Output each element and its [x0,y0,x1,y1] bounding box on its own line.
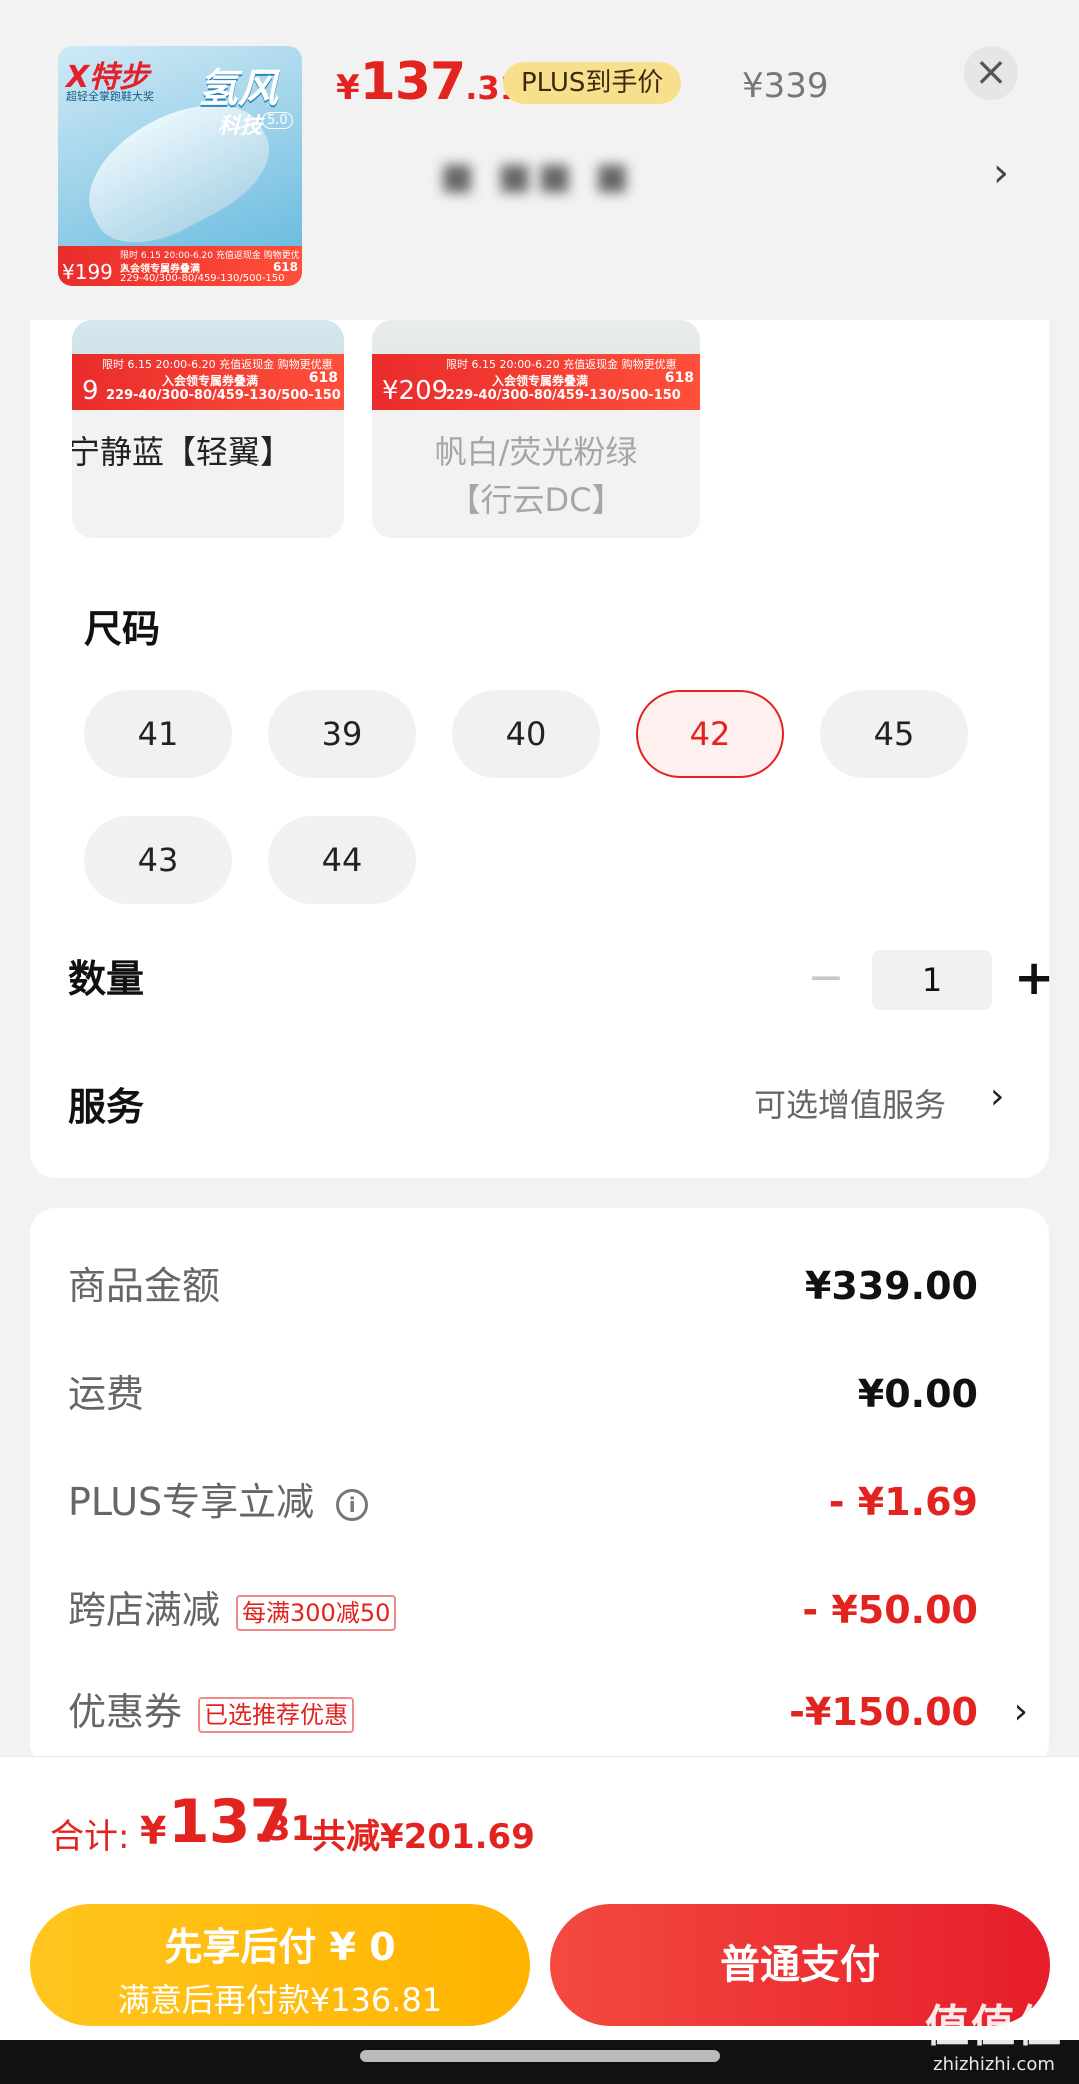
service-value[interactable]: 可选增值服务 [754,1080,946,1126]
cross-store-label: 跨店满减 [68,1588,221,1632]
size-title: 尺码 [84,607,161,651]
color-option-1[interactable]: 9 限时 6.15 20:00-6.20 充值返现金 购物更优惠 入会领专属券叠… [72,320,344,538]
coupon-label-wrap: 优惠券 已选推荐优惠 [68,1682,355,1742]
series-tech: 科技 [218,114,263,139]
current-price: ¥137.31 [336,52,522,112]
selected-spec-text: ■ ■■ ■ [440,156,635,197]
watermark-url: zhizhizhi.com [933,2054,1055,2075]
color-option-1-banner-price: 9 [82,376,99,406]
amount-card: 商品金额 ¥339.00 运费 ¥0.00 PLUS专享立减 i - ¥1.69 … [30,1208,1049,1768]
shipping-label: 运费 [68,1372,145,1416]
color-option-2-banner-line3: 229-40/300-80/459-130/500-150 [446,388,681,403]
action-bar: 先享后付 ¥ 0 满意后再付款¥136.81 普通支付 [0,1890,1079,2040]
coupon-chevron-icon[interactable]: › [1014,1682,1028,1742]
quantity-plus-button[interactable]: + [1014,940,1054,1020]
watermark-text: 值值值 [925,2001,1063,2052]
color-option-2-banner-price: ¥209 [382,376,449,406]
original-price: ¥339 [742,66,829,106]
brand-subtitle: 超轻全掌跑鞋大奖 [66,90,154,103]
current-price-symbol: ¥ [336,68,360,108]
cross-store-tag: 每满300减50 [236,1594,397,1631]
coupon-label: 优惠券 [68,1690,183,1734]
info-icon[interactable]: i [336,1488,369,1521]
color-option-1-banner-line3: 229-40/300-80/459-130/500-150 [106,388,341,403]
system-nav-bar [0,2040,1079,2084]
plus-discount-label: PLUS专享立减 [68,1480,315,1524]
coupon-tag: 已选推荐优惠 [198,1696,355,1733]
color-option-1-banner: 9 限时 6.15 20:00-6.20 充值返现金 购物更优惠 入会领专属券叠… [72,354,344,410]
shipping-value: ¥0.00 [857,1372,978,1416]
thumbnail-banner-618: 618 [272,260,298,274]
quantity-label: 数量 [68,957,145,1001]
cross-store-value: - ¥50.00 [802,1588,978,1632]
plus-discount-label-wrap: PLUS专享立减 i [68,1472,369,1532]
plus-discount-value: - ¥1.69 [828,1480,978,1524]
service-label: 服务 [68,1085,145,1129]
pay-later-title: 先享后付 ¥ 0 [164,1925,396,1969]
size-chip-45[interactable]: 45 [820,690,968,778]
color-option-2-banner: ¥209 限时 6.15 20:00-6.20 充值返现金 购物更优惠 入会领专… [372,354,700,410]
color-option-2-banner-line2: 入会领专属券叠满 [492,374,589,388]
color-option-2-image: ¥209 限时 6.15 20:00-6.20 充值返现金 购物更优惠 入会领专… [372,320,700,410]
color-option-1-banner-line2: 入会领专属券叠满 [162,374,259,388]
cross-store-row: 跨店满减 每满300减50 - ¥50.00 [68,1580,1038,1640]
color-option-1-image: 9 限时 6.15 20:00-6.20 充值返现金 购物更优惠 入会领专属券叠… [72,320,344,410]
goods-amount-row: 商品金额 ¥339.00 [68,1256,1038,1316]
total-saving: 共减¥201.69 [312,1817,535,1857]
cross-store-label-wrap: 跨店满减 每满300减50 [68,1580,397,1640]
size-chip-44[interactable]: 44 [268,816,416,904]
series-name: 氢风 [198,66,278,112]
total-label: 合计: [50,1817,130,1857]
pay-later-button[interactable]: 先享后付 ¥ 0 满意后再付款¥136.81 [30,1904,530,2026]
size-chip-42-selected[interactable]: 42 [636,690,784,778]
current-price-int: 137 [359,52,467,112]
home-indicator[interactable] [360,2050,720,2062]
series-version: 5.0 [262,112,293,129]
plus-price-tag: PLUS到手价 [503,62,682,104]
coupon-value: -¥150.00 [789,1690,978,1734]
size-chip-39[interactable]: 39 [268,690,416,778]
shipping-row: 运费 ¥0.00 [68,1364,1038,1424]
color-option-2[interactable]: ¥209 限时 6.15 20:00-6.20 充值返现金 购物更优惠 入会领专… [372,320,700,538]
service-chevron-icon[interactable]: › [990,1076,1004,1117]
close-icon[interactable]: × [964,46,1018,100]
color-option-1-banner-618: 618 [308,370,338,386]
sku-sheet: { "header": { "thumbnail": { "brand": "X… [0,0,1079,2084]
plus-discount-row: PLUS专享立减 i - ¥1.69 [68,1472,1038,1532]
quantity-input[interactable]: 1 [872,950,992,1010]
quantity-row: 数量 − 1 + [68,940,1054,1020]
size-chip-41[interactable]: 41 [84,690,232,778]
color-option-1-banner-line1: 限时 6.15 20:00-6.20 充值返现金 购物更优惠 [102,358,333,371]
watermark-logo: 值值值 zhizhizhi.com [925,1990,1063,2075]
total-yen: ¥ [140,1809,167,1853]
size-chip-43[interactable]: 43 [84,816,232,904]
coupon-row[interactable]: 优惠券 已选推荐优惠 -¥150.00 › [68,1682,1038,1742]
thumbnail-banner-line3: 229-40/300-80/459-130/500-150 [120,273,285,284]
color-option-2-banner-line1: 限时 6.15 20:00-6.20 充值返现金 购物更优惠 [446,358,677,371]
thumbnail-banner: ¥199 限时 6.15 20:00-6.20 充值返现金 购物更优惠 入会领专… [58,246,302,286]
goods-amount-value: ¥339.00 [804,1264,978,1308]
color-options: 9 限时 6.15 20:00-6.20 充值返现金 购物更优惠 入会领专属券叠… [72,320,946,740]
size-chip-40[interactable]: 40 [452,690,600,778]
total-dec: .31 [254,1809,315,1849]
pay-later-subtitle: 满意后再付款¥136.81 [117,1981,443,2019]
chevron-right-icon[interactable]: › [993,150,1009,196]
thumbnail-banner-price: ¥199 [62,260,113,284]
quantity-minus-button[interactable]: − [806,940,846,1020]
color-option-2-banner-618: 618 [664,370,694,386]
color-option-1-name: 宁静蓝【轻翼】 [72,433,293,471]
color-option-2-name: 帆白/荧光粉绿【行云DC】 [434,433,638,519]
product-thumbnail[interactable]: X特步 超轻全掌跑鞋大奖 氢风 科技 5.0 ¥199 限时 6.15 20:0… [58,46,302,286]
total-bar: 合计: ¥ 137 .31 共减¥201.69 [0,1756,1079,1890]
product-header: X特步 超轻全掌跑鞋大奖 氢风 科技 5.0 ¥199 限时 6.15 20:0… [0,0,1079,320]
goods-amount-label: 商品金额 [68,1264,221,1308]
spec-card: 9 限时 6.15 20:00-6.20 充值返现金 购物更优惠 入会领专属券叠… [30,200,1054,1178]
